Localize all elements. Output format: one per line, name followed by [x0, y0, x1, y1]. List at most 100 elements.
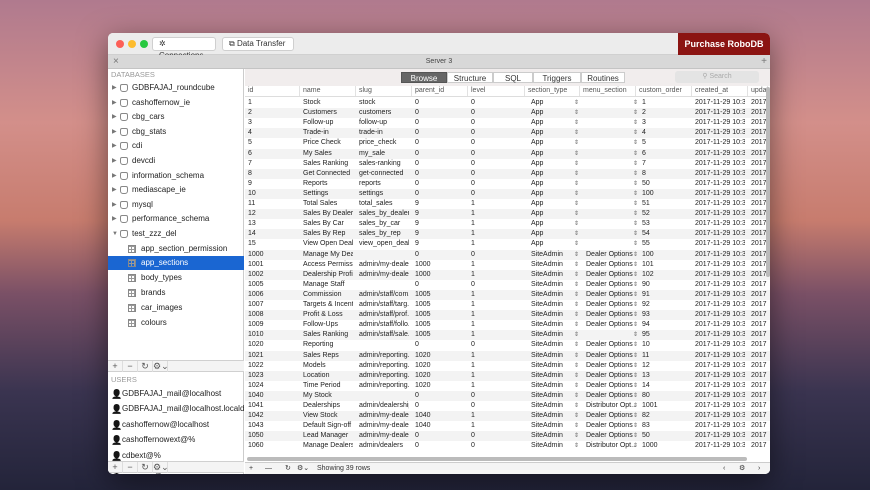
cell-custom_order[interactable]: 3 — [642, 118, 692, 128]
cell-custom_order[interactable]: 100 — [642, 189, 692, 199]
select-stepper-icon[interactable]: ⇕ — [633, 260, 638, 270]
cell-level[interactable]: 1 — [471, 320, 522, 330]
cell-level[interactable]: 0 — [471, 159, 522, 169]
cell-level[interactable]: 0 — [471, 401, 522, 411]
next-page-button[interactable]: › — [758, 463, 760, 474]
cell-created_at[interactable]: 2017-11-29 10:3... — [695, 441, 745, 451]
cell-level[interactable]: 0 — [471, 340, 522, 350]
cell-level[interactable]: 1 — [471, 351, 522, 361]
remove-button[interactable]: − — [123, 462, 138, 473]
cell-name[interactable]: Manage My Deal... — [303, 250, 353, 260]
table-row[interactable]: 15 View Open Deals view_open_deals 9 1 App 55 2… — [245, 239, 770, 249]
cell-created_at[interactable]: 2017-11-29 10:3... — [695, 138, 745, 148]
cell-name[interactable]: Manage Staff — [303, 280, 353, 290]
table-row[interactable]: 3 Follow-up follow-up 0 0 App 3 2017-11-29 10:3… — [245, 118, 770, 128]
cell-id[interactable]: 8 — [248, 169, 297, 179]
select-stepper-icon[interactable]: ⇕ — [574, 371, 579, 381]
cell-slug[interactable]: admin/my-deale... — [359, 270, 409, 280]
cell-custom_order[interactable]: 6 — [642, 149, 692, 159]
cell-name[interactable]: Sales By Car — [303, 219, 353, 229]
database-item[interactable]: ▶ cbg_stats — [108, 125, 244, 139]
gear-icon[interactable]: ⚙⌄ — [153, 361, 169, 372]
table-row[interactable]: 1060 Manage Dealers admin/dealers 0 0 SiteAdm… — [245, 441, 770, 451]
cell-created_at[interactable]: 2017-11-29 10:3... — [695, 250, 745, 260]
cell-slug[interactable]: sales_by_car — [359, 219, 409, 229]
select-stepper-icon[interactable]: ⇕ — [633, 128, 638, 138]
column-header-slug[interactable]: slug — [358, 86, 412, 96]
table-item[interactable]: app_section_permission — [108, 242, 244, 256]
select-stepper-icon[interactable]: ⇕ — [574, 391, 579, 401]
cell-name[interactable]: Sales Ranking — [303, 330, 353, 340]
cell-id[interactable]: 13 — [248, 219, 297, 229]
cell-upda[interactable]: 2017 — [751, 340, 770, 350]
select-stepper-icon[interactable]: ⇕ — [633, 431, 638, 441]
cell-section_type[interactable]: App — [531, 98, 580, 108]
refresh-icon[interactable]: ↻ — [285, 463, 291, 474]
cell-section_type[interactable]: SiteAdmin — [531, 290, 580, 300]
database-item[interactable]: ▶ GDBFAJAJ_roundcube — [108, 81, 244, 95]
cell-upda[interactable]: 2017 — [751, 351, 770, 361]
cell-name[interactable]: Price Check — [303, 138, 353, 148]
database-item[interactable]: ▶ devcdi — [108, 154, 244, 168]
select-stepper-icon[interactable]: ⇕ — [633, 229, 638, 239]
cell-name[interactable]: View Open Deals — [303, 239, 353, 249]
table-row[interactable]: 1000 Manage My Deal... 00 SiteAdmin Dealer O… — [245, 249, 770, 260]
cell-id[interactable]: 9 — [248, 179, 297, 189]
cell-name[interactable]: Location — [303, 371, 353, 381]
cell-id[interactable]: 15 — [248, 239, 297, 249]
cell-section_type[interactable]: App — [531, 229, 580, 239]
database-item[interactable]: ▶ mysql — [108, 198, 244, 212]
cell-created_at[interactable]: 2017-11-29 10:3... — [695, 431, 745, 441]
cell-custom_order[interactable]: 91 — [642, 290, 692, 300]
cell-custom_order[interactable]: 54 — [642, 229, 692, 239]
search-input[interactable]: ⚲ Search — [675, 71, 759, 83]
cell-created_at[interactable]: 2017-11-29 10:3... — [695, 421, 745, 431]
cell-parent_id[interactable]: 1020 — [415, 361, 465, 371]
select-stepper-icon[interactable]: ⇕ — [633, 290, 638, 300]
cell-created_at[interactable]: 2017-11-29 10:3... — [695, 290, 745, 300]
disclosure-collapsed-icon[interactable]: ▶ — [112, 125, 117, 139]
cell-slug[interactable]: reports — [359, 179, 409, 189]
cell-parent_id[interactable]: 1005 — [415, 330, 465, 340]
cell-slug[interactable]: admin/my-deale... — [359, 411, 409, 421]
cell-menu_section[interactable]: Dealer Options — [586, 270, 636, 280]
cell-parent_id[interactable]: 1020 — [415, 351, 465, 361]
table-row[interactable]: 1040 My Stock 0 0 SiteAdmin Dealer Options 80 2… — [245, 390, 770, 401]
cell-parent_id[interactable]: 9 — [415, 219, 465, 229]
disclosure-collapsed-icon[interactable]: ▶ — [112, 96, 117, 110]
select-stepper-icon[interactable]: ⇕ — [633, 179, 638, 189]
cell-id[interactable]: 1042 — [248, 411, 297, 421]
select-stepper-icon[interactable]: ⇕ — [574, 239, 579, 249]
cell-parent_id[interactable]: 0 — [415, 189, 465, 199]
minimize-window-button[interactable] — [128, 40, 136, 48]
table-row[interactable]: 1009 Follow-Ups admin/staff/follo... 1005 1 S… — [245, 320, 770, 330]
cell-upda[interactable]: 2017 — [751, 300, 770, 310]
cell-menu_section[interactable]: Dealer Options — [586, 391, 636, 401]
cell-section_type[interactable]: SiteAdmin — [531, 441, 580, 451]
cell-slug[interactable]: admin/dealerships — [359, 401, 409, 411]
cell-created_at[interactable]: 2017-11-29 10:3... — [695, 361, 745, 371]
cell-level[interactable]: 1 — [471, 310, 522, 320]
cell-upda[interactable]: 2017 — [751, 441, 770, 451]
cell-custom_order[interactable]: 52 — [642, 209, 692, 219]
cell-section_type[interactable]: App — [531, 179, 580, 189]
cell-section_type[interactable]: App — [531, 128, 580, 138]
cell-id[interactable]: 1041 — [248, 401, 297, 411]
cell-slug[interactable]: admin/my-deale... — [359, 431, 409, 441]
refresh-icon[interactable]: ↻ — [138, 361, 153, 372]
table-row[interactable]: 1007 Targets & Incent... admin/staff/targ.… — [245, 300, 770, 310]
cell-level[interactable]: 0 — [471, 118, 522, 128]
cell-custom_order[interactable]: 100 — [642, 250, 692, 260]
cell-created_at[interactable]: 2017-11-29 10:3... — [695, 199, 745, 209]
add-button[interactable]: + — [108, 462, 123, 473]
select-stepper-icon[interactable]: ⇕ — [633, 320, 638, 330]
remove-row-button[interactable]: — — [265, 463, 272, 474]
cell-level[interactable]: 0 — [471, 250, 522, 260]
cell-level[interactable]: 1 — [471, 300, 522, 310]
cell-created_at[interactable]: 2017-11-29 10:3... — [695, 219, 745, 229]
cell-level[interactable]: 0 — [471, 128, 522, 138]
cell-custom_order[interactable]: 13 — [642, 371, 692, 381]
cell-section_type[interactable]: App — [531, 199, 580, 209]
select-stepper-icon[interactable]: ⇕ — [574, 159, 579, 169]
cell-name[interactable]: Sales By Rep — [303, 229, 353, 239]
